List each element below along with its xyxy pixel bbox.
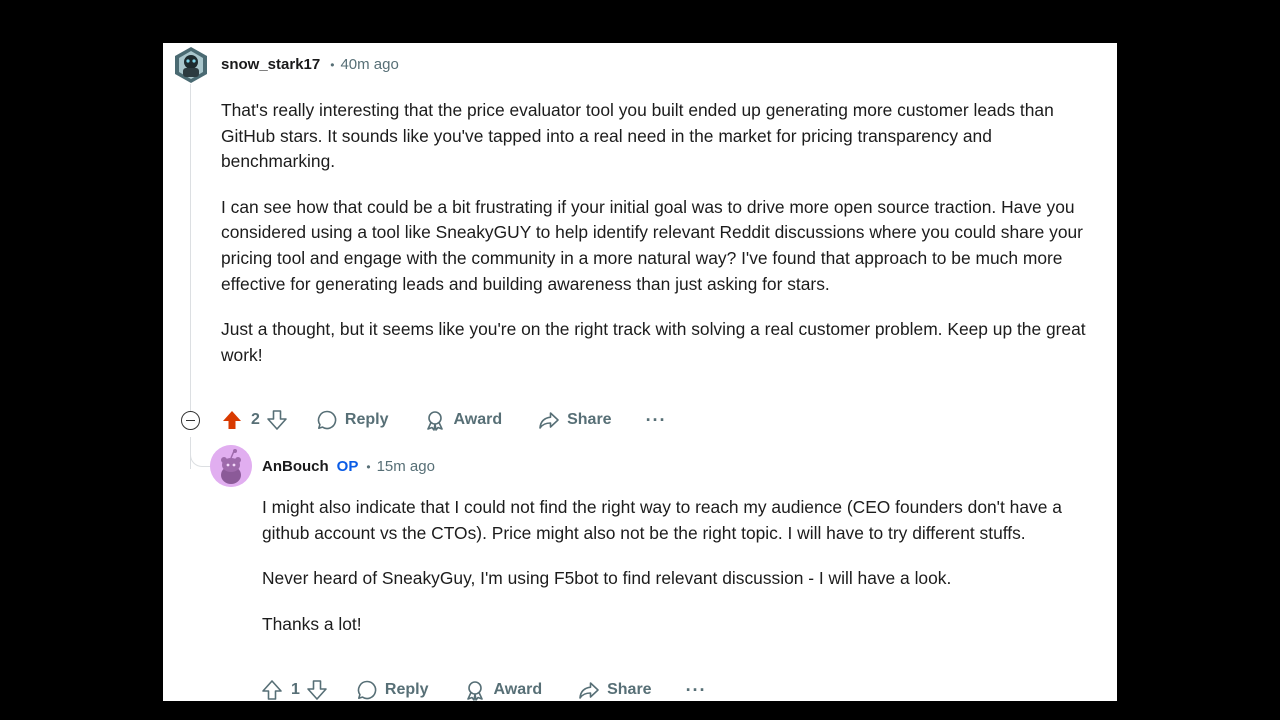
- comment-actions: 2 Reply Award Share ···: [221, 405, 667, 435]
- reply-paragraph: Thanks a lot!: [262, 613, 362, 634]
- reply-meta: AnBouch OP • 15m ago: [262, 458, 435, 475]
- comment-thread: snow_stark17 • 40m ago That's really int…: [163, 43, 1117, 701]
- reply-award-button[interactable]: Award: [464, 679, 542, 701]
- reply-reply-button[interactable]: Reply: [356, 679, 429, 701]
- downvote-icon: [307, 680, 327, 700]
- upvote-button[interactable]: [221, 409, 243, 431]
- more-options-button[interactable]: ···: [646, 410, 667, 431]
- reply-vote-count: 1: [291, 681, 300, 698]
- award-button[interactable]: Award: [424, 409, 502, 431]
- op-badge: OP: [336, 458, 359, 475]
- share-label: Share: [607, 681, 652, 698]
- share-button[interactable]: Share: [538, 409, 612, 431]
- comment-icon: [317, 410, 337, 430]
- share-icon: [539, 412, 559, 429]
- share-label: Share: [567, 411, 612, 428]
- reply-paragraph: I might also indicate that I could not f…: [262, 497, 1062, 543]
- author-name[interactable]: snow_stark17: [221, 56, 320, 73]
- reply-body: I might also indicate that I could not f…: [262, 495, 1102, 657]
- reply-avatar[interactable]: [210, 445, 252, 487]
- award-label: Award: [493, 681, 543, 698]
- vote-count: 2: [251, 411, 260, 428]
- upvote-icon: [223, 411, 241, 429]
- comment-paragraph: Just a thought, but it seems like you're…: [221, 319, 1086, 365]
- meta-separator: •: [330, 57, 335, 72]
- reply-downvote-button[interactable]: [306, 679, 328, 701]
- avatar[interactable]: [172, 46, 210, 84]
- reply-paragraph: Never heard of SneakyGuy, I'm using F5bo…: [262, 568, 952, 589]
- award-icon: [427, 411, 444, 431]
- reply-button[interactable]: Reply: [316, 409, 389, 431]
- reply-upvote-button[interactable]: [261, 679, 283, 701]
- upvote-icon: [262, 680, 282, 700]
- share-icon: [579, 682, 599, 699]
- thread-line[interactable]: [190, 83, 191, 417]
- collapse-button[interactable]: [181, 411, 200, 430]
- minus-icon: [186, 419, 195, 422]
- thread-branch-curve: [190, 438, 211, 467]
- meta-separator: •: [366, 459, 371, 474]
- downvote-button[interactable]: [266, 409, 288, 431]
- timestamp[interactable]: 40m ago: [340, 56, 398, 73]
- reply-author-name[interactable]: AnBouch: [262, 458, 329, 475]
- comment-paragraph: I can see how that could be a bit frustr…: [221, 196, 1083, 294]
- comment-body: That's really interesting that the price…: [221, 98, 1101, 388]
- reply-more-options-button[interactable]: ···: [686, 680, 707, 701]
- downvote-icon: [267, 410, 287, 430]
- reply-label: Reply: [384, 681, 429, 698]
- award-label: Award: [453, 411, 503, 428]
- comment-meta: snow_stark17 • 40m ago: [221, 56, 399, 73]
- comment-paragraph: That's really interesting that the price…: [221, 100, 1054, 172]
- reply-label: Reply: [344, 411, 389, 428]
- reply-actions: 1 Reply Award Share ···: [261, 675, 707, 701]
- reply-timestamp[interactable]: 15m ago: [377, 458, 435, 475]
- comment-icon: [357, 680, 377, 700]
- award-icon: [467, 681, 484, 701]
- reply-share-button[interactable]: Share: [578, 679, 652, 701]
